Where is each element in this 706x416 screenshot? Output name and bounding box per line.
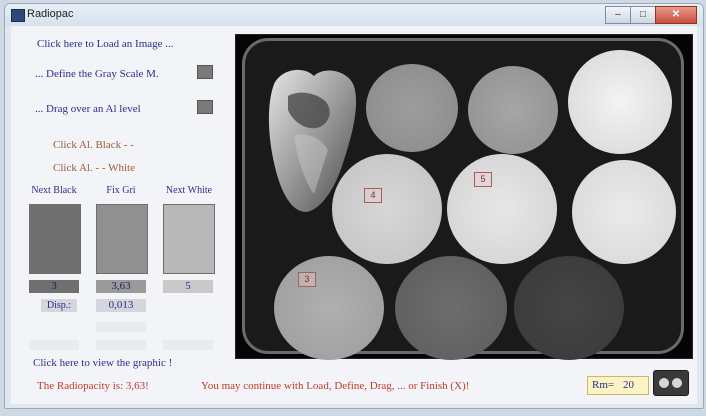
next-black-swatch (29, 204, 81, 274)
drag-al-button[interactable] (197, 100, 213, 114)
rm-label: Rm= (592, 379, 615, 391)
title-bar: Radiopac – □ ✕ (5, 4, 703, 26)
sample-disc (568, 50, 672, 154)
define-grayscale-label: ... Define the Gray Scale M. (35, 68, 159, 80)
fix-gri-value: 3,63 (96, 280, 146, 293)
fix-gri-header: Fix Gri (106, 185, 136, 196)
sample-disc (468, 66, 558, 154)
roi-marker[interactable]: 3 (298, 272, 316, 287)
sample-disc (274, 256, 384, 360)
roi-marker[interactable]: 4 (364, 188, 382, 203)
faint-field (96, 322, 146, 332)
sample-disc (366, 64, 458, 152)
next-black-value: 3 (29, 280, 79, 293)
click-al-white-label[interactable]: Click Al. - - White (53, 162, 135, 174)
minimize-button[interactable]: – (605, 6, 631, 24)
faint-field (96, 340, 146, 350)
sample-disc (332, 154, 442, 264)
finish-dot-icon (659, 378, 669, 388)
sample-disc (572, 160, 676, 264)
close-button[interactable]: ✕ (655, 6, 697, 24)
load-image-link[interactable]: Click here to Load an Image ... (37, 38, 174, 50)
view-graphic-link[interactable]: Click here to view the graphic ! (33, 357, 172, 369)
sample-disc (514, 256, 624, 360)
next-black-header: Next Black (31, 185, 77, 196)
roi-marker[interactable]: 5 (474, 172, 492, 187)
next-white-swatch (163, 204, 215, 274)
next-white-value: 5 (163, 280, 213, 293)
faint-field (163, 340, 213, 350)
status-hint: You may continue with Load, Define, Drag… (201, 380, 470, 392)
rm-value: 20 (623, 379, 634, 391)
rm-field[interactable]: Rm= 20 (587, 376, 649, 395)
next-white-header: Next White (165, 185, 213, 196)
app-window: Radiopac – □ ✕ Click here to Load an Ima… (4, 3, 704, 409)
finish-dot-icon (672, 378, 682, 388)
drag-al-label: ... Drag over an Al level (35, 103, 141, 115)
radiograph-image[interactable]: 4 5 3 (235, 34, 693, 360)
finish-button[interactable] (653, 370, 689, 396)
faint-field (29, 340, 79, 350)
sample-disc (447, 154, 557, 264)
disp-label: Disp.: (41, 299, 77, 312)
click-al-black-label[interactable]: Click Al. Black - - (53, 139, 134, 151)
fix-gri-swatch (96, 204, 148, 274)
window-controls: – □ ✕ (605, 6, 697, 24)
maximize-button[interactable]: □ (630, 6, 656, 24)
define-grayscale-button[interactable] (197, 65, 213, 79)
client-area: Click here to Load an Image ... ... Defi… (11, 26, 697, 404)
app-icon (11, 9, 25, 22)
window-title: Radiopac (27, 8, 74, 20)
specimen-tray: 4 5 3 (242, 38, 684, 360)
disp-value: 0,013 (96, 299, 146, 312)
sample-disc (395, 256, 507, 360)
radiopacity-result: The Radiopacity is: 3,63! (37, 380, 149, 392)
